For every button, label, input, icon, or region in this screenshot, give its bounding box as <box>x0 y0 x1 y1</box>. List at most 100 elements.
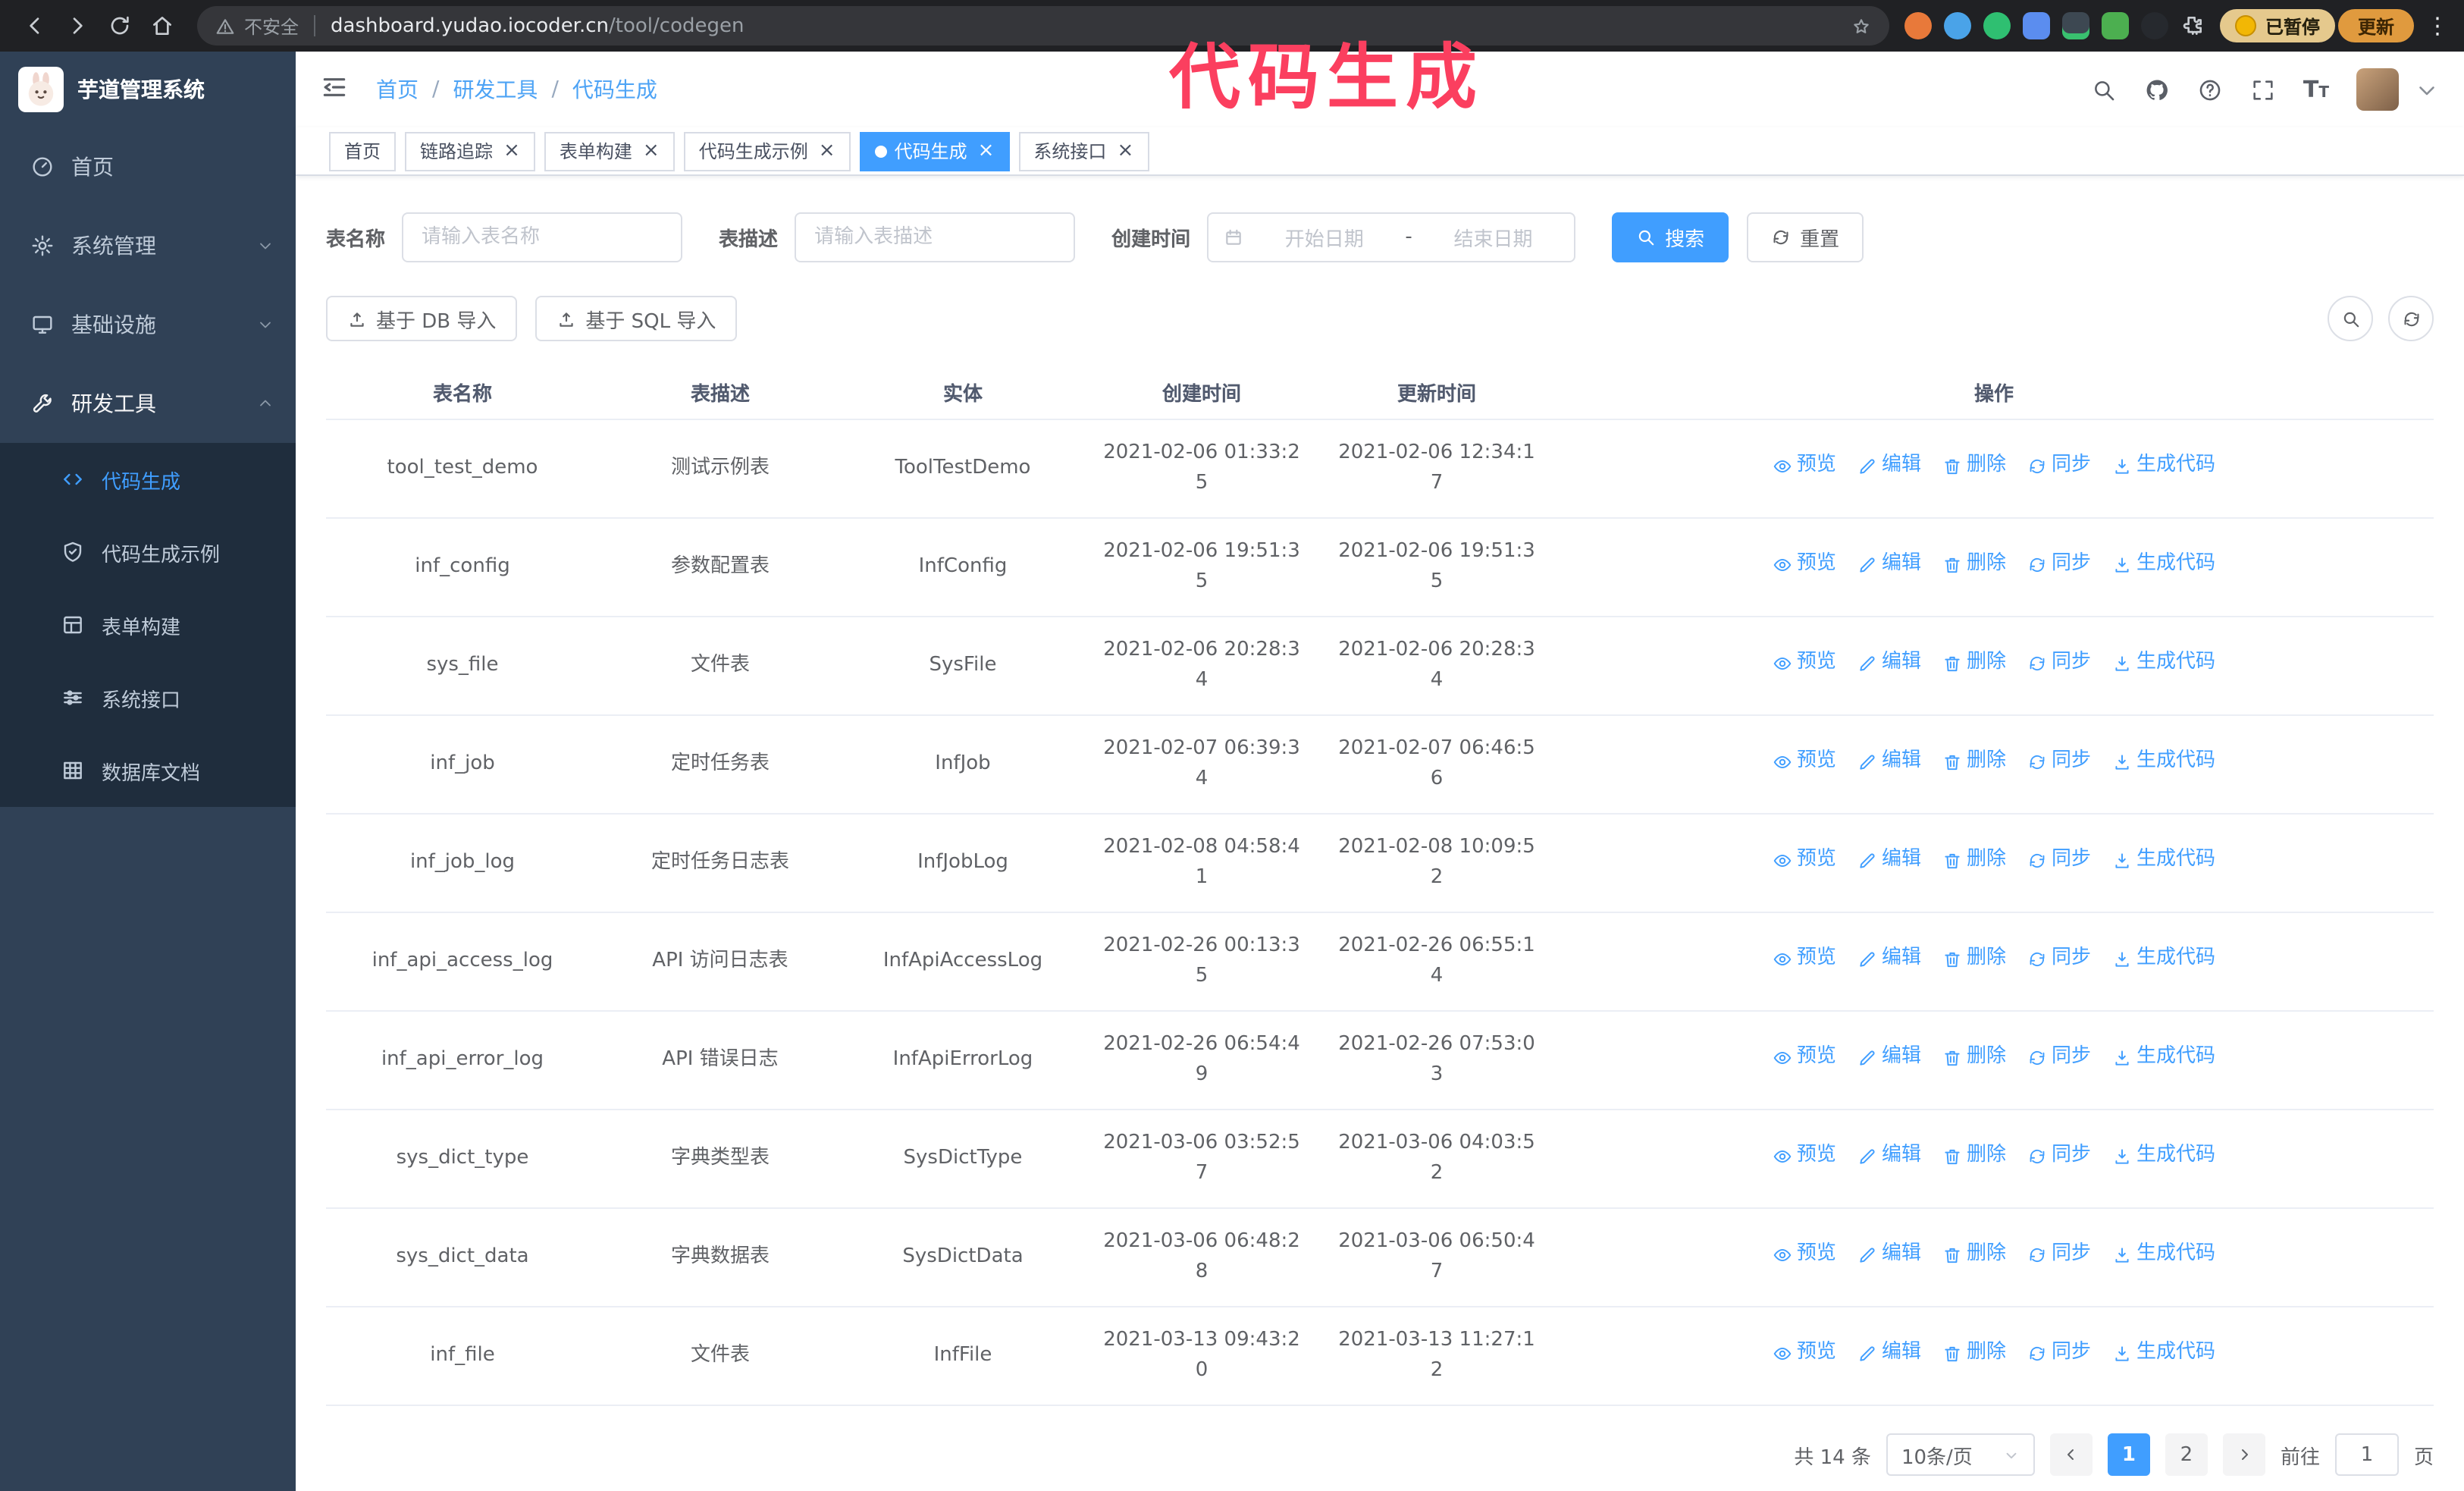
sync-link[interactable]: 同步 <box>2027 648 2091 679</box>
sidebar-toggle-icon[interactable] <box>320 72 349 107</box>
delete-link[interactable]: 删除 <box>1942 648 2006 679</box>
search-icon[interactable] <box>2091 77 2117 102</box>
delete-link[interactable]: 删除 <box>1942 451 2006 482</box>
preview-link[interactable]: 预览 <box>1773 1240 1836 1270</box>
security-label[interactable]: 不安全 <box>244 13 299 39</box>
preview-link[interactable]: 预览 <box>1773 1141 1836 1172</box>
extension-icon[interactable] <box>2022 12 2050 39</box>
fullscreen-icon[interactable] <box>2250 77 2276 102</box>
tab-codegen[interactable]: 代码生成 × <box>859 131 1010 171</box>
generate-code-link[interactable]: 生成代码 <box>2112 1043 2215 1073</box>
import-db-button[interactable]: 基于 DB 导入 <box>326 296 518 341</box>
sidebar-item-form-builder[interactable]: 表单构建 <box>0 589 296 661</box>
font-size-icon[interactable]: TT <box>2303 77 2329 101</box>
delete-link[interactable]: 删除 <box>1942 747 2006 777</box>
avatar-caret-icon[interactable] <box>2414 77 2440 102</box>
delete-link[interactable]: 删除 <box>1942 944 2006 975</box>
profile-paused-badge[interactable]: 已暂停 <box>2219 9 2335 42</box>
sync-link[interactable]: 同步 <box>2027 944 2091 975</box>
sidebar-item-system-api[interactable]: 系统接口 <box>0 661 296 734</box>
browser-reload-button[interactable] <box>100 6 140 46</box>
import-sql-button[interactable]: 基于 SQL 导入 <box>535 296 738 341</box>
extension-icon[interactable] <box>1983 12 2011 39</box>
preview-link[interactable]: 预览 <box>1773 1339 1836 1369</box>
edit-link[interactable]: 编辑 <box>1857 648 1921 679</box>
tab-close-icon[interactable]: × <box>1117 141 1133 161</box>
edit-link[interactable]: 编辑 <box>1857 550 1921 580</box>
browser-menu-icon[interactable]: ⋮ <box>2426 12 2449 39</box>
extensions-puzzle-icon[interactable] <box>2180 14 2205 38</box>
tab-codegen-demo[interactable]: 代码生成示例 × <box>683 131 851 171</box>
sync-link[interactable]: 同步 <box>2027 1141 2091 1172</box>
next-page-button[interactable] <box>2222 1433 2265 1476</box>
preview-link[interactable]: 预览 <box>1773 648 1836 679</box>
address-bar[interactable]: 不安全 dashboard.yudao.iocoder.cn/tool/code… <box>197 6 1889 46</box>
sidebar-item-codegen-demo[interactable]: 代码生成示例 <box>0 516 296 589</box>
page-goto-input[interactable] <box>2334 1433 2399 1476</box>
delete-link[interactable]: 删除 <box>1942 550 2006 580</box>
extension-icon[interactable] <box>2061 12 2089 39</box>
toggle-search-button[interactable] <box>2328 296 2373 341</box>
generate-code-link[interactable]: 生成代码 <box>2112 451 2215 482</box>
delete-link[interactable]: 删除 <box>1942 1339 2006 1369</box>
help-icon[interactable] <box>2197 77 2223 102</box>
refresh-table-button[interactable] <box>2388 296 2434 341</box>
browser-home-button[interactable] <box>143 6 182 46</box>
generate-code-link[interactable]: 生成代码 <box>2112 747 2215 777</box>
extension-icon[interactable] <box>2101 12 2129 39</box>
edit-link[interactable]: 编辑 <box>1857 846 1921 876</box>
generate-code-link[interactable]: 生成代码 <box>2112 550 2215 580</box>
browser-back-button[interactable] <box>15 6 55 46</box>
generate-code-link[interactable]: 生成代码 <box>2112 1240 2215 1270</box>
edit-link[interactable]: 编辑 <box>1857 451 1921 482</box>
generate-code-link[interactable]: 生成代码 <box>2112 944 2215 975</box>
app-logo[interactable]: 芋道管理系统 <box>0 52 296 127</box>
page-size-select[interactable]: 10条/页 <box>1886 1433 2035 1476</box>
tab-close-icon[interactable]: × <box>819 141 835 161</box>
sidebar-item-db-doc[interactable]: 数据库文档 <box>0 734 296 807</box>
sidebar-item-home[interactable]: 首页 <box>0 127 296 206</box>
tab-tracing[interactable]: 链路追踪 × <box>405 131 535 171</box>
edit-link[interactable]: 编辑 <box>1857 944 1921 975</box>
page-button-1[interactable]: 1 <box>2107 1433 2150 1476</box>
github-icon[interactable] <box>2144 77 2170 102</box>
extension-icon[interactable] <box>1943 12 1971 39</box>
sidebar-item-infra[interactable]: 基础设施 <box>0 285 296 364</box>
sync-link[interactable]: 同步 <box>2027 451 2091 482</box>
tab-home[interactable]: 首页 <box>329 131 397 171</box>
sidebar-item-system[interactable]: 系统管理 <box>0 206 296 285</box>
extension-icon[interactable] <box>2140 12 2168 39</box>
delete-link[interactable]: 删除 <box>1942 846 2006 876</box>
tab-system-api[interactable]: 系统接口 × <box>1018 131 1149 171</box>
breadcrumb-devtools[interactable]: 研发工具 <box>453 74 538 105</box>
generate-code-link[interactable]: 生成代码 <box>2112 846 2215 876</box>
tab-close-icon[interactable]: × <box>978 141 995 161</box>
delete-link[interactable]: 删除 <box>1942 1043 2006 1073</box>
generate-code-link[interactable]: 生成代码 <box>2112 1141 2215 1172</box>
breadcrumb-home[interactable]: 首页 <box>376 74 419 105</box>
preview-link[interactable]: 预览 <box>1773 944 1836 975</box>
delete-link[interactable]: 删除 <box>1942 1240 2006 1270</box>
generate-code-link[interactable]: 生成代码 <box>2112 648 2215 679</box>
preview-link[interactable]: 预览 <box>1773 550 1836 580</box>
edit-link[interactable]: 编辑 <box>1857 747 1921 777</box>
sync-link[interactable]: 同步 <box>2027 747 2091 777</box>
preview-link[interactable]: 预览 <box>1773 846 1836 876</box>
user-avatar[interactable] <box>2356 68 2399 111</box>
preview-link[interactable]: 预览 <box>1773 747 1836 777</box>
sync-link[interactable]: 同步 <box>2027 550 2091 580</box>
tab-form-builder[interactable]: 表单构建 × <box>544 131 675 171</box>
sidebar-item-devtools[interactable]: 研发工具 <box>0 364 296 443</box>
search-button[interactable]: 搜索 <box>1612 212 1729 262</box>
preview-link[interactable]: 预览 <box>1773 451 1836 482</box>
edit-link[interactable]: 编辑 <box>1857 1141 1921 1172</box>
edit-link[interactable]: 编辑 <box>1857 1339 1921 1369</box>
edit-link[interactable]: 编辑 <box>1857 1240 1921 1270</box>
browser-update-button[interactable]: 更新 <box>2337 9 2414 42</box>
sidebar-item-codegen[interactable]: 代码生成 <box>0 443 296 516</box>
sync-link[interactable]: 同步 <box>2027 1339 2091 1369</box>
table-name-input[interactable] <box>402 212 683 262</box>
delete-link[interactable]: 删除 <box>1942 1141 2006 1172</box>
sync-link[interactable]: 同步 <box>2027 1043 2091 1073</box>
sync-link[interactable]: 同步 <box>2027 846 2091 876</box>
